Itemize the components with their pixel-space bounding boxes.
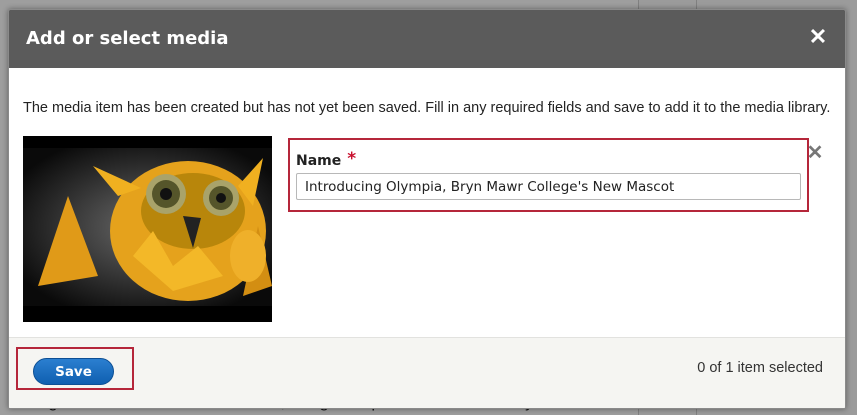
save-button-highlight: Save [16, 347, 134, 390]
selection-count: 0 of 1 item selected [697, 360, 823, 376]
remove-x-icon[interactable]: ✕ [806, 143, 824, 163]
dialog-title: Add or select media [26, 28, 229, 49]
media-thumbnail [23, 136, 272, 322]
name-label: Name * [296, 149, 357, 169]
close-icon[interactable]: ✕ [805, 24, 831, 50]
name-input[interactable] [296, 173, 801, 200]
dialog-titlebar: Add or select media ✕ [9, 10, 845, 68]
media-dialog: Add or select media ✕ The media item has… [8, 9, 846, 409]
video-thumbnail-owl-mascot [23, 136, 272, 322]
status-message: The media item has been created but has … [23, 100, 831, 116]
dialog-footer: Save 0 of 1 item selected [9, 337, 845, 408]
name-field-highlight: Name * [288, 138, 809, 212]
required-marker: * [347, 149, 357, 169]
save-button[interactable]: Save [33, 358, 114, 385]
